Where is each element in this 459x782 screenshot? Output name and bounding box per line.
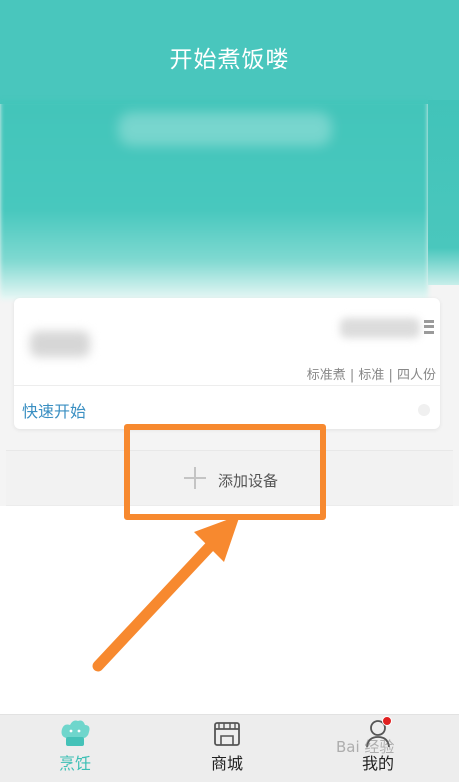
banner-edge (428, 100, 459, 285)
menu-icon[interactable] (424, 320, 434, 334)
store-icon (214, 722, 240, 746)
card-divider (14, 385, 440, 386)
tab-cooking-label: 烹饪 (58, 754, 91, 773)
tab-mall-label: 商城 (210, 754, 243, 773)
notification-badge (382, 716, 392, 726)
banner-highlight (118, 112, 332, 146)
content-area (0, 506, 459, 714)
device-name-redacted (30, 331, 90, 357)
watermark-logo: Bai 经验 (336, 738, 395, 756)
tab-cooking[interactable]: 烹饪 (25, 714, 125, 782)
cooking-mode-text: 标准煮 | 标准 | 四人份 (306, 368, 436, 383)
annotation-highlight-box (124, 424, 326, 520)
tab-mall[interactable]: 商城 (177, 714, 277, 782)
app-header: 开始煮饭喽 (0, 0, 459, 104)
page-title: 开始煮饭喽 (169, 47, 290, 73)
quick-start-link[interactable]: 快速开始 (22, 398, 86, 422)
chef-hat-icon (61, 720, 90, 746)
quick-start-indicator-icon (418, 404, 430, 416)
device-info-redacted (340, 318, 420, 338)
